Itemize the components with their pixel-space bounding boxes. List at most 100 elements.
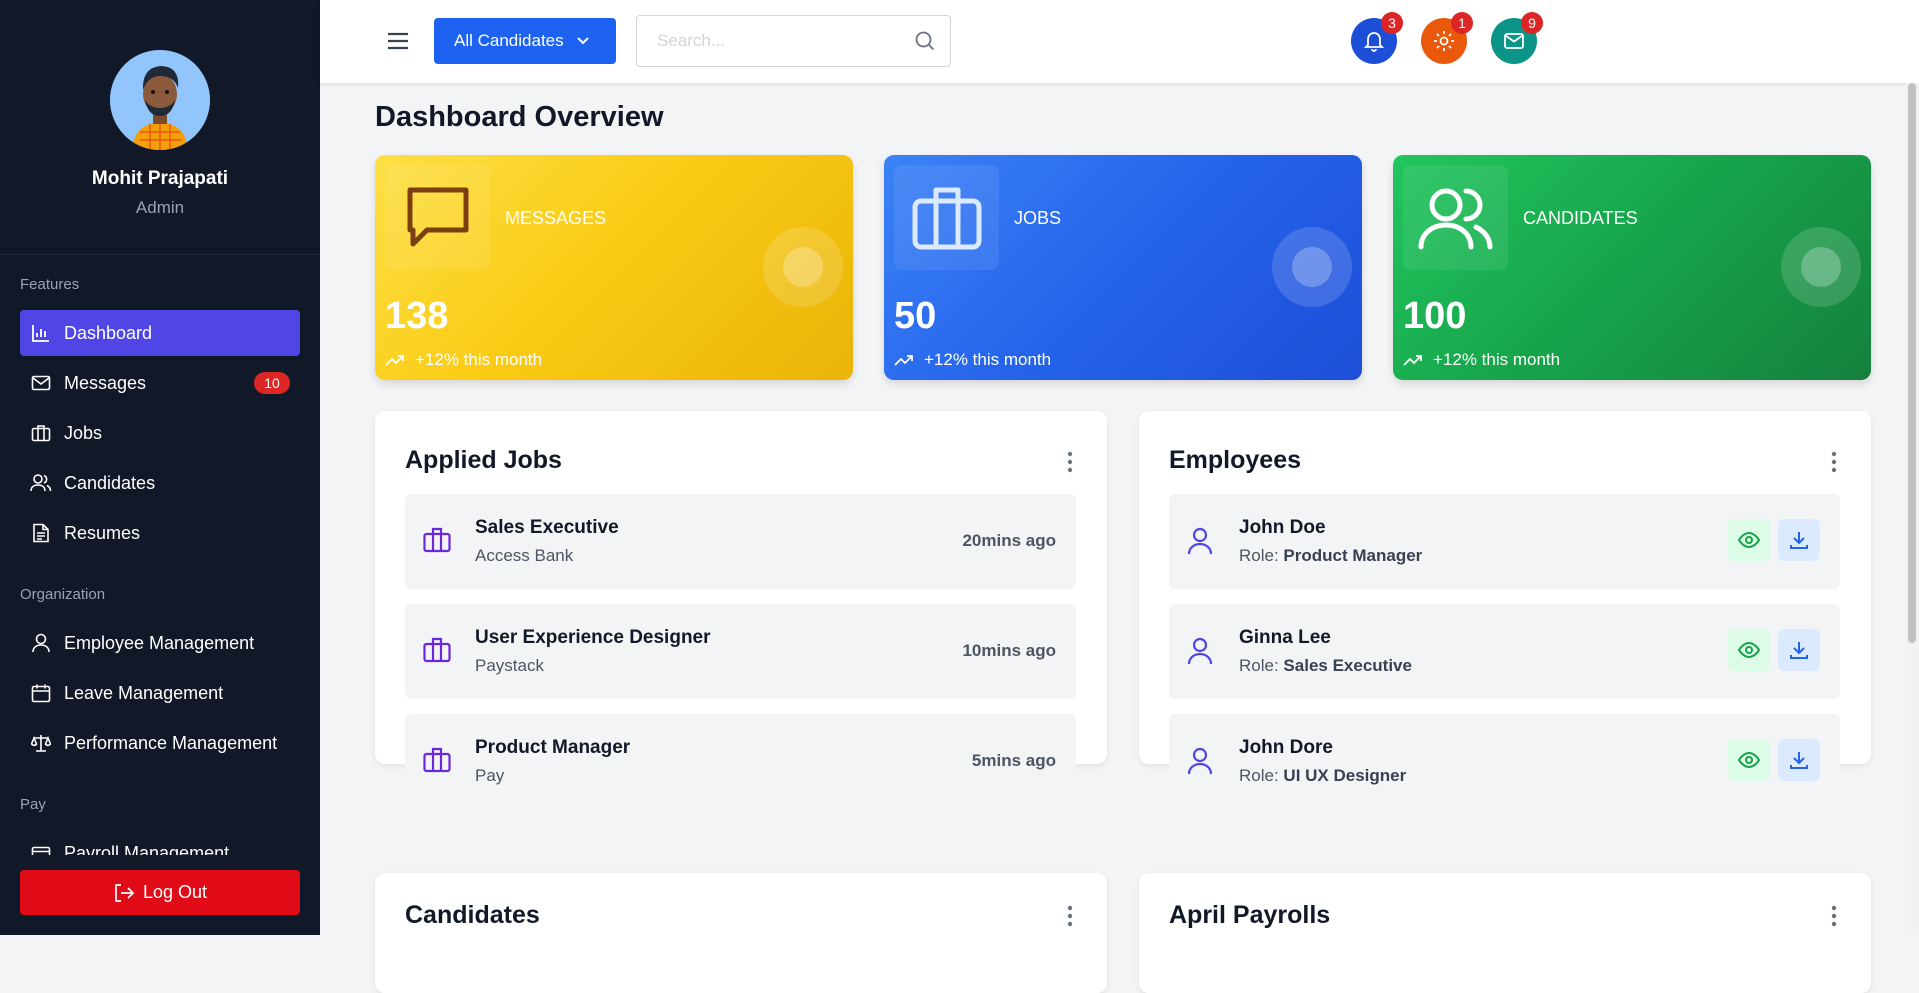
job-title: User Experience Designer	[475, 627, 711, 648]
sidebar-item-label: Messages	[64, 372, 147, 393]
user-icon	[30, 632, 52, 654]
role-value: Product Manager	[1283, 546, 1423, 565]
more-vertical-icon[interactable]	[1067, 905, 1073, 927]
job-time: 20mins ago	[962, 531, 1056, 550]
more-vertical-icon[interactable]	[1831, 905, 1837, 927]
section-label-organization: Organization	[20, 586, 106, 603]
stat-card-jobs[interactable]: JOBS 50 +12% this month	[884, 155, 1362, 380]
stat-trend: +12% this month	[1403, 350, 1560, 370]
sidebar-item-leave-management[interactable]: Leave Management	[20, 670, 300, 716]
document-icon	[30, 522, 52, 544]
notifications-button[interactable]: 3	[1351, 12, 1403, 64]
decorative-circle	[1272, 227, 1352, 307]
job-row[interactable]: Product Manager Pay 5mins ago	[405, 714, 1076, 809]
panel-title: Employees	[1169, 446, 1302, 474]
applied-jobs-panel: Applied Jobs Sales Executive Access Bank…	[375, 411, 1107, 809]
settings-button[interactable]: 1	[1421, 12, 1473, 64]
section-label-features: Features	[20, 276, 80, 293]
job-company: Paystack	[475, 656, 544, 675]
employee-row[interactable]: John Dore Role: UI UX Designer	[1169, 714, 1840, 809]
mail-button[interactable]: 9	[1491, 12, 1543, 64]
download-icon	[1790, 752, 1808, 769]
job-row[interactable]: Sales Executive Access Bank 20mins ago	[405, 494, 1076, 589]
search-input[interactable]	[637, 16, 897, 66]
bell-icon	[1363, 32, 1385, 52]
sidebar-item-resumes[interactable]: Resumes	[20, 510, 300, 556]
sidebar-item-jobs[interactable]: Jobs	[20, 410, 300, 456]
sidebar-item-employee-management[interactable]: Employee Management	[20, 620, 300, 666]
stat-label: CANDIDATES	[1523, 208, 1638, 228]
candidates-panel: Candidates	[375, 873, 1107, 993]
role-value: Sales Executive	[1283, 656, 1412, 675]
eye-icon	[1738, 532, 1760, 548]
view-button[interactable]	[1728, 739, 1770, 781]
stat-trend: +12% this month	[385, 350, 542, 370]
role-prefix: Role:	[1239, 656, 1284, 675]
april-payrolls-panel: April Payrolls	[1139, 873, 1871, 993]
briefcase-icon	[423, 747, 451, 773]
candidate-filter-dropdown[interactable]: All Candidates	[434, 18, 616, 64]
logout-icon	[115, 883, 135, 902]
more-vertical-icon[interactable]	[1831, 451, 1837, 473]
sidebar-item-messages[interactable]: Messages 10	[20, 360, 300, 406]
messages-count-badge: 10	[254, 372, 290, 394]
sidebar-item-candidates[interactable]: Candidates	[20, 460, 300, 506]
page-scrollbar[interactable]	[1905, 83, 1919, 935]
employee-name: Ginna Lee	[1239, 627, 1331, 648]
gear-icon	[1434, 31, 1454, 51]
job-company: Pay	[475, 766, 505, 785]
trending-up-icon	[385, 355, 404, 366]
calendar-icon	[30, 682, 52, 704]
panel-title: Candidates	[405, 901, 540, 929]
stat-value: 100	[1403, 295, 1467, 337]
download-button[interactable]	[1778, 739, 1820, 781]
hamburger-menu-icon[interactable]	[385, 28, 411, 54]
job-company: Access Bank	[475, 546, 574, 565]
stat-trend: +12% this month	[894, 350, 1051, 370]
employee-name: John Doe	[1239, 517, 1326, 538]
stat-card-candidates[interactable]: CANDIDATES 100 +12% this month	[1393, 155, 1871, 380]
employee-role: Role: Product Manager	[1239, 546, 1422, 566]
download-icon	[1790, 532, 1808, 549]
chevron-down-icon	[576, 37, 589, 45]
more-vertical-icon[interactable]	[1067, 451, 1073, 473]
main-content: Dashboard Overview MESSAGES 138 +12% thi…	[375, 83, 1871, 993]
stat-card-messages[interactable]: MESSAGES 138 +12% this month	[375, 155, 853, 380]
job-title: Product Manager	[475, 737, 631, 758]
sidebar-item-performance-management[interactable]: Performance Management	[20, 720, 300, 766]
view-button[interactable]	[1728, 519, 1770, 561]
bar-chart-icon	[30, 322, 52, 344]
briefcase-icon	[423, 527, 451, 553]
sidebar-item-label: Leave Management	[64, 682, 224, 703]
avatar	[110, 50, 210, 150]
users-icon	[30, 472, 52, 494]
sidebar-item-label: Employee Management	[64, 632, 255, 653]
employee-name: John Dore	[1239, 737, 1333, 758]
profile-name: Mohit Prajapati	[91, 168, 229, 189]
logout-button[interactable]: Log Out	[20, 870, 300, 915]
trending-up-icon	[1403, 355, 1422, 366]
decorative-circle	[763, 227, 843, 307]
chat-icon	[385, 165, 490, 270]
eye-icon	[1738, 642, 1760, 658]
download-button[interactable]	[1778, 629, 1820, 671]
employee-row[interactable]: Ginna Lee Role: Sales Executive	[1169, 604, 1840, 699]
mail-icon	[1504, 33, 1524, 49]
briefcase-icon	[894, 165, 999, 270]
settings-count: 1	[1451, 12, 1473, 34]
sidebar-item-label: Resumes	[64, 522, 141, 543]
view-button[interactable]	[1728, 629, 1770, 671]
user-icon	[1187, 637, 1213, 665]
job-row[interactable]: User Experience Designer Paystack 10mins…	[405, 604, 1076, 699]
scrollbar-thumb[interactable]	[1908, 83, 1916, 643]
profile-role: Admin	[135, 198, 185, 217]
search-icon[interactable]	[914, 30, 936, 52]
panel-title: April Payrolls	[1169, 901, 1331, 929]
panel-title: Applied Jobs	[405, 446, 562, 474]
employee-row[interactable]: John Doe Role: Product Manager	[1169, 494, 1840, 589]
stat-trend-label: +12% this month	[924, 350, 1052, 369]
sidebar-item-dashboard[interactable]: Dashboard	[20, 310, 300, 356]
briefcase-icon	[423, 637, 451, 663]
sidebar-item-label: Jobs	[64, 422, 103, 443]
download-button[interactable]	[1778, 519, 1820, 561]
